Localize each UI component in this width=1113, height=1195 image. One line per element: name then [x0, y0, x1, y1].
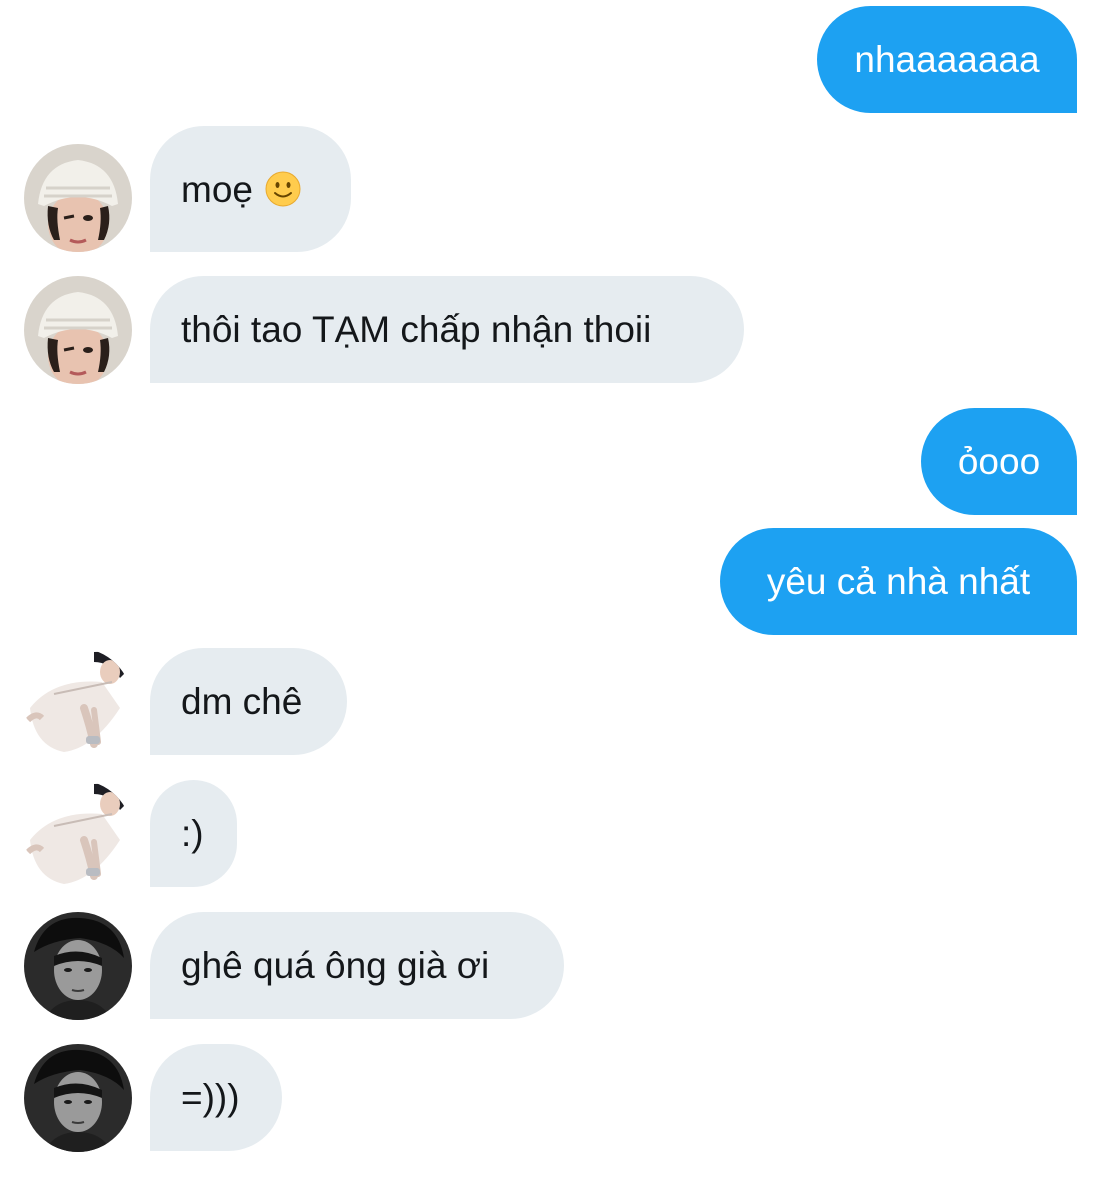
- sent-message-bubble[interactable]: ỏooo: [921, 408, 1077, 515]
- received-message-bubble[interactable]: moẹ: [150, 126, 351, 252]
- received-message-bubble[interactable]: dm chê: [150, 648, 347, 755]
- message-text: ỏooo: [957, 441, 1041, 482]
- avatar-beanie-user[interactable]: [24, 144, 132, 252]
- avatar-monochrome-user[interactable]: [24, 1044, 132, 1152]
- avatar-white-shirt-user[interactable]: [24, 780, 132, 888]
- message-text: moẹ: [181, 168, 253, 210]
- avatar-beanie-user[interactable]: [24, 276, 132, 384]
- avatar-monochrome-user[interactable]: [24, 912, 132, 1020]
- message-text: yêu cả nhà nhất: [766, 561, 1031, 602]
- message-text: ghê quá ông già ơi: [181, 945, 490, 986]
- message-text: dm chê: [181, 681, 303, 722]
- slightly-smiling-face-icon: [265, 171, 301, 207]
- received-message-bubble[interactable]: :): [150, 780, 237, 887]
- message-text: nhaaaaaaa: [854, 39, 1040, 80]
- received-message-bubble[interactable]: =))): [150, 1044, 282, 1151]
- received-message-bubble[interactable]: ghê quá ông già ơi: [150, 912, 564, 1019]
- message-text: thôi tao TẠM chấp nhận thoii: [181, 309, 652, 350]
- avatar-white-shirt-user[interactable]: [24, 648, 132, 756]
- message-text: =))): [181, 1077, 240, 1118]
- sent-message-bubble[interactable]: yêu cả nhà nhất: [720, 528, 1077, 635]
- sent-message-bubble[interactable]: nhaaaaaaa: [817, 6, 1077, 113]
- received-message-bubble[interactable]: thôi tao TẠM chấp nhận thoii: [150, 276, 744, 383]
- message-text: :): [181, 813, 204, 854]
